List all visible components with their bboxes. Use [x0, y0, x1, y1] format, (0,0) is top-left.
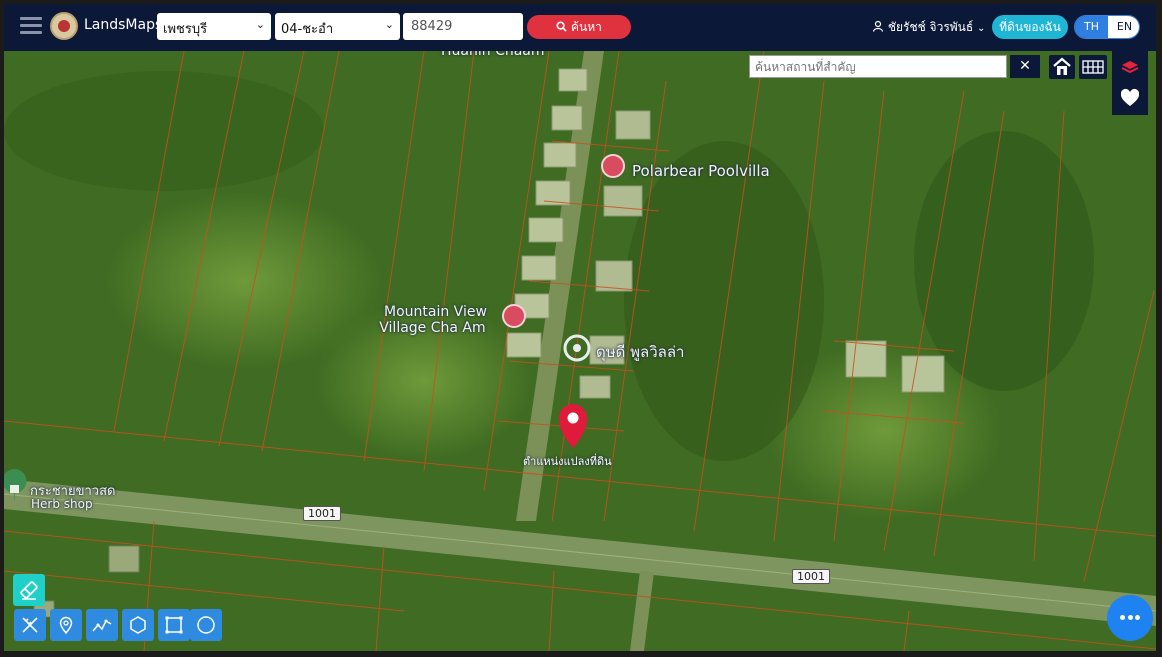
grid-button[interactable] [1079, 55, 1107, 79]
clear-search-button[interactable]: ✕ [1010, 55, 1040, 78]
map-label-mountain-line1: Mountain View [384, 304, 487, 320]
hotel-poi-icon[interactable] [502, 304, 526, 328]
layers-icon[interactable] [1112, 53, 1148, 83]
place-poi-dot [573, 344, 581, 352]
more-icon [1127, 615, 1133, 620]
rectangle-tool-button[interactable] [158, 609, 190, 641]
more-icon [1135, 615, 1140, 620]
map-label-mountain-line2: Village Cha Am [379, 320, 486, 336]
province-select[interactable]: เพชรบุรี ⌄ [157, 13, 271, 40]
grid-icon [1082, 60, 1104, 74]
marker-center [567, 412, 579, 424]
language-toggle: TH EN [1074, 15, 1140, 39]
district-select[interactable]: 04-ชะอำ ⌄ [275, 13, 400, 40]
landsmaps-logo [50, 12, 78, 40]
home-button[interactable] [1049, 55, 1075, 79]
lang-th-button[interactable]: TH [1075, 16, 1108, 38]
map-side-panel [1112, 51, 1148, 115]
shop-bag-glyph [10, 485, 19, 493]
forest-patch [4, 71, 324, 191]
measure-tool-button[interactable] [14, 609, 46, 641]
search-button-label: ค้นหา [570, 20, 602, 34]
map-label-pool-villa[interactable]: ดุษดี พูลวิลล่า [596, 340, 684, 364]
search-button[interactable]: ค้นหา [527, 15, 631, 39]
user-name: ชัยรัชช์ จิวรพันธ์ [887, 20, 974, 34]
map-label-herb-en: Herb shop [31, 497, 93, 511]
search-icon [556, 21, 567, 32]
eraser-button[interactable] [13, 574, 45, 606]
chevron-down-icon: ⌄ [255, 18, 265, 31]
more-icon [1120, 615, 1125, 620]
circle-tool-button[interactable] [190, 609, 222, 641]
more-options-button[interactable] [1107, 595, 1153, 641]
lang-en-button[interactable]: EN [1108, 16, 1139, 38]
polygon-tool-button[interactable] [122, 609, 154, 641]
map-label-polarbear[interactable]: Polarbear Poolvilla [632, 162, 770, 180]
chevron-down-icon: ⌄ [977, 23, 986, 34]
marker-label: ตำแหน่งแปลงที่ดิน [523, 455, 612, 468]
map-canvas[interactable]: Huahin Chaam Polarbear Poolvilla Mountai… [4, 43, 1156, 651]
eraser-icon [20, 581, 38, 600]
province-select-value: เพชรบุรี [163, 22, 208, 37]
menu-icon[interactable] [20, 17, 42, 35]
user-icon [872, 20, 884, 32]
home-icon [1053, 57, 1071, 75]
brand-name: LandsMaps [84, 17, 163, 33]
rectangle-icon [165, 616, 183, 634]
place-search-input[interactable] [749, 55, 1007, 78]
forest-patch [624, 141, 824, 461]
ruler-icon [22, 617, 38, 633]
map-label-mountain-view[interactable]: Mountain View Village Cha Am [379, 304, 487, 336]
top-navbar: LandsMaps เพชรบุรี ⌄ 04-ชะอำ ⌄ ค้นหา ชัย… [4, 4, 1156, 51]
my-land-button[interactable]: ที่ดินของฉัน [992, 15, 1068, 39]
satellite-map[interactable] [4, 51, 1156, 651]
pin-icon [59, 616, 73, 635]
district-select-value: 04-ชะอำ [281, 22, 334, 37]
polyline-icon [92, 619, 112, 632]
road-number-badge: 1001 [303, 506, 341, 521]
polygon-icon [130, 616, 146, 634]
user-menu[interactable]: ชัยรัชช์ จิวรพันธ์ ⌄ [872, 18, 985, 37]
forest-patch [914, 131, 1094, 391]
hotel-poi-icon[interactable] [601, 154, 625, 178]
app-window: LandsMaps เพชรบุรี ⌄ 04-ชะอำ ⌄ ค้นหา ชัย… [4, 4, 1156, 651]
heart-icon[interactable] [1112, 83, 1148, 113]
road-number-badge: 1001 [792, 569, 830, 584]
plot-number-input[interactable] [403, 13, 523, 40]
circle-icon [197, 616, 215, 634]
chevron-down-icon: ⌄ [384, 18, 394, 31]
pin-tool-button[interactable] [50, 609, 82, 641]
polyline-tool-button[interactable] [86, 609, 118, 641]
